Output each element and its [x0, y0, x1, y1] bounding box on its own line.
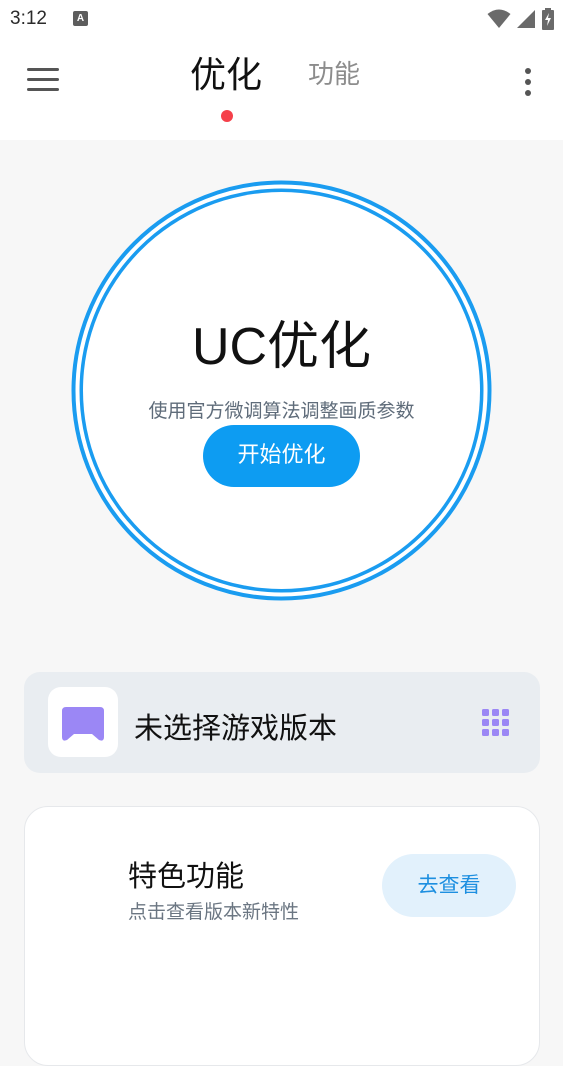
status-bar: 3:12 A — [0, 0, 563, 38]
grid-icon[interactable] — [482, 709, 510, 737]
optimize-subtitle: 使用官方微调算法调整画质参数 — [148, 400, 415, 422]
notification-a-icon: A — [73, 11, 88, 26]
view-features-button[interactable]: 去查看 — [382, 854, 516, 917]
more-vertical-icon[interactable] — [522, 68, 534, 96]
features-title: 特色功能 — [128, 859, 245, 893]
status-time: 3:12 — [10, 8, 47, 29]
circle-content: UC优化 使用官方微调算法调整画质参数 开始优化 — [83, 192, 480, 589]
status-icons — [487, 7, 555, 31]
game-version-selector[interactable]: 未选择游戏版本 — [24, 672, 540, 773]
battery-charging-icon — [542, 8, 554, 30]
features-card: 特色功能 点击查看版本新特性 去查看 — [24, 806, 540, 1066]
tab-optimize[interactable]: 优化 — [190, 46, 262, 98]
menu-icon[interactable] — [27, 68, 59, 92]
start-optimize-button[interactable]: 开始优化 — [203, 425, 360, 487]
features-subtitle: 点击查看版本新特性 — [128, 901, 300, 923]
tab-features[interactable]: 功能 — [308, 54, 360, 91]
optimize-circle: UC优化 使用官方微调算法调整画质参数 开始优化 — [71, 180, 492, 601]
active-tab-indicator — [221, 110, 233, 122]
optimize-title: UC优化 — [191, 318, 372, 376]
top-nav: 优化 功能 — [0, 38, 563, 140]
game-icon-box — [48, 687, 118, 757]
game-version-label: 未选择游戏版本 — [134, 711, 338, 745]
gamepad-icon — [62, 707, 104, 741]
wifi-icon — [487, 9, 511, 28]
signal-icon — [517, 10, 535, 28]
